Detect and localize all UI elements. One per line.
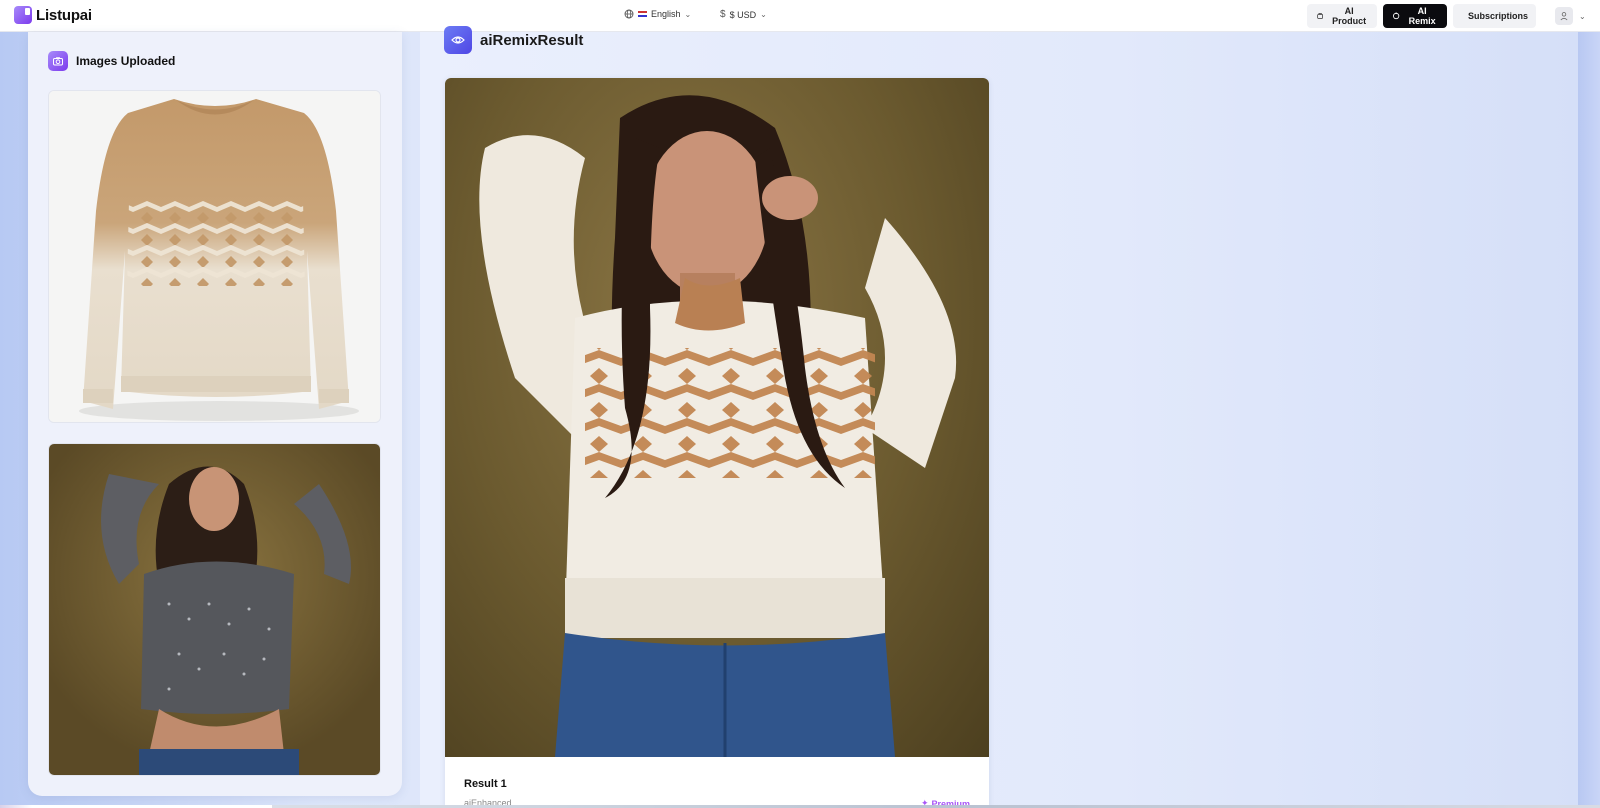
- result-label: Result 1: [464, 778, 507, 790]
- globe-icon: [624, 9, 634, 19]
- result-image[interactable]: [445, 78, 989, 757]
- cube-icon: [1317, 13, 1323, 19]
- top-bar: Listupai English ⌄ $ $ USD ⌄ AI Product …: [0, 0, 1600, 32]
- nav-label: Subscriptions: [1468, 11, 1529, 21]
- chevron-down-icon: ⌄: [1579, 11, 1586, 21]
- user-avatar: [1555, 7, 1573, 25]
- uploads-panel: Images Uploaded: [28, 32, 402, 796]
- result-title: aiRemixResult: [480, 31, 584, 49]
- result-card[interactable]: Result 1 aiEnhanced ✦ Premium: [445, 78, 989, 808]
- nav-subscriptions-button[interactable]: Subscriptions: [1453, 4, 1536, 28]
- app-logo[interactable]: Listupai: [14, 6, 92, 24]
- app-name: Listupai: [36, 6, 92, 24]
- sparkle-icon: [1392, 12, 1400, 20]
- result-header: aiRemixResult: [444, 26, 583, 54]
- nav-ai-product-button[interactable]: AI Product: [1307, 4, 1377, 28]
- uploaded-image-sweater[interactable]: [48, 90, 381, 423]
- uploads-title: Images Uploaded: [76, 54, 176, 68]
- language-selector[interactable]: English ⌄: [624, 9, 691, 19]
- currency-selector[interactable]: $ $ USD ⌄: [720, 9, 767, 20]
- nav-label: AI Product: [1332, 6, 1367, 26]
- currency-label: $ USD: [729, 9, 757, 20]
- sweater-photo: [49, 91, 380, 422]
- chevron-down-icon: ⌄: [760, 10, 767, 19]
- page-scrollbar[interactable]: [1578, 32, 1600, 808]
- camera-icon: [48, 51, 68, 71]
- us-flag-icon: [638, 11, 647, 17]
- language-label: English: [651, 9, 681, 19]
- model-photo: [101, 466, 351, 775]
- uploads-header: Images Uploaded: [48, 51, 175, 71]
- eye-icon: [444, 26, 472, 54]
- user-icon: [1560, 12, 1568, 21]
- dollar-icon: $: [720, 9, 726, 20]
- chevron-down-icon: ⌄: [684, 9, 692, 19]
- nav-ai-remix-button[interactable]: AI Remix: [1383, 4, 1447, 28]
- nav-label: AI Remix: [1408, 6, 1436, 26]
- user-menu[interactable]: ⌄: [1555, 7, 1586, 25]
- result-photo: [479, 95, 957, 757]
- logo-icon: [14, 6, 32, 24]
- uploaded-image-model[interactable]: [48, 443, 381, 776]
- result-panel: aiRemixResult Result 1 aiEnhanced ✦ Prem…: [420, 26, 1578, 808]
